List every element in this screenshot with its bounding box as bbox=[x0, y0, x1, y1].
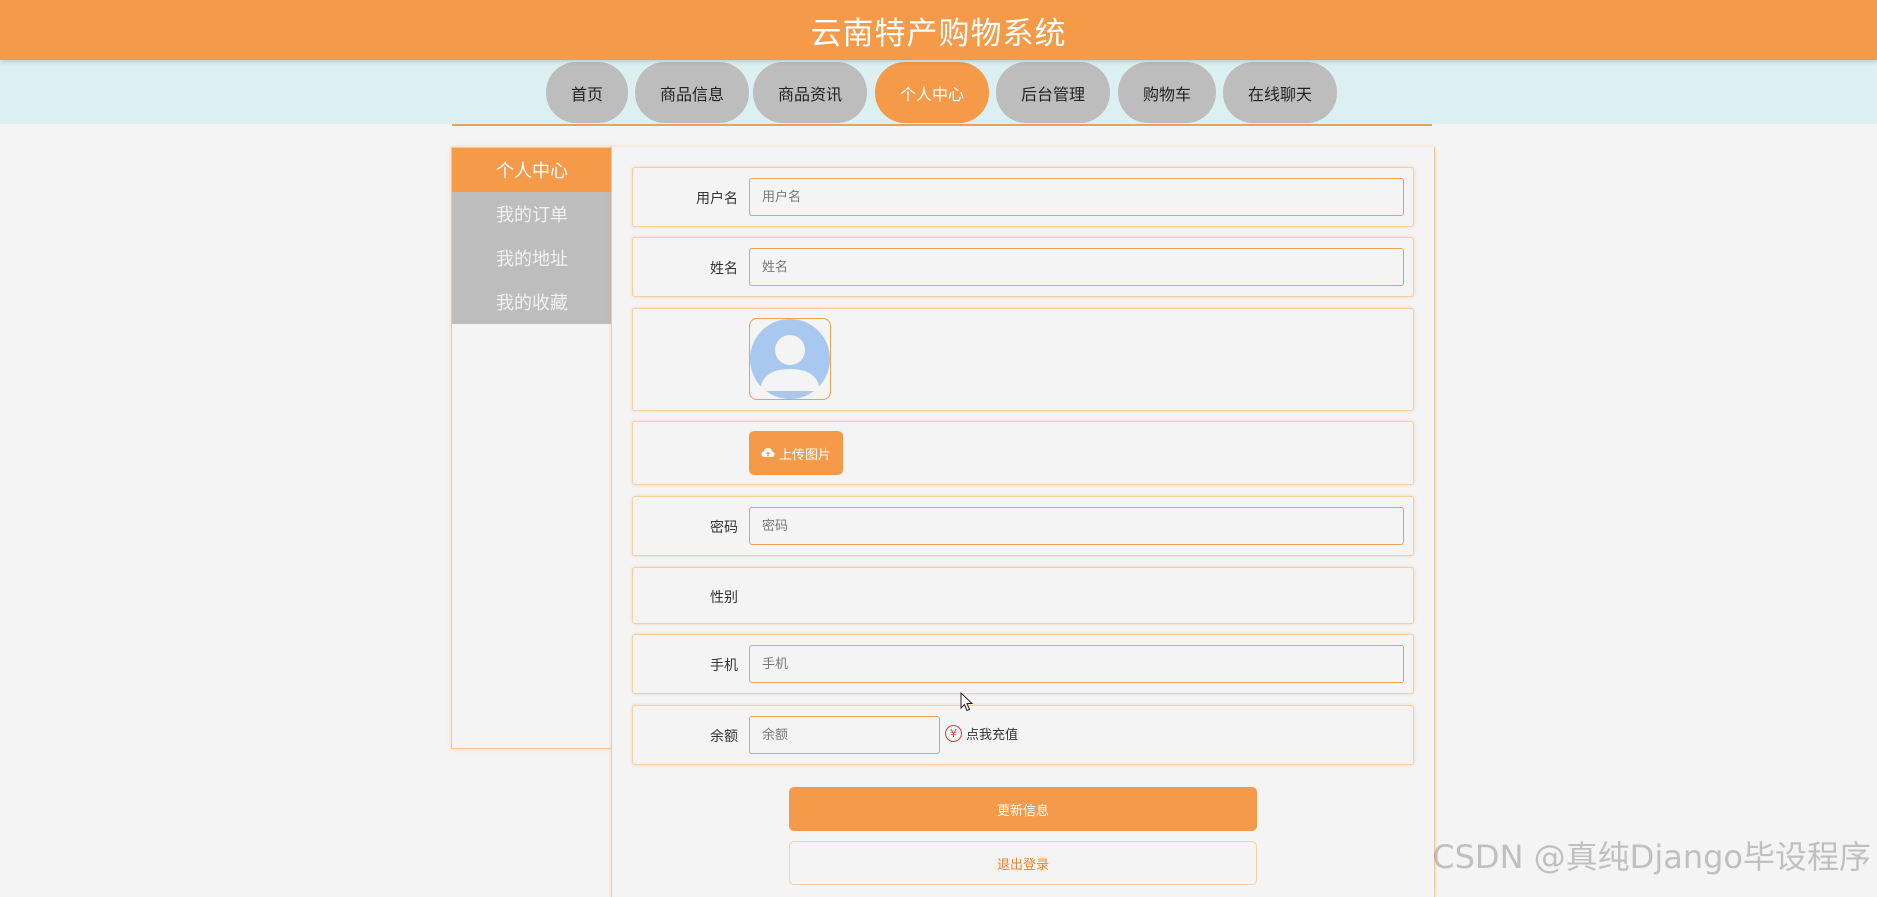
upload-image-button[interactable]: 上传图片 bbox=[749, 431, 843, 475]
update-info-button[interactable]: 更新信息 bbox=[789, 787, 1257, 831]
recharge-link[interactable]: ¥ 点我充值 bbox=[945, 724, 1018, 743]
balance-input[interactable] bbox=[749, 716, 940, 754]
phone-input[interactable] bbox=[749, 645, 1404, 683]
password-label: 密码 bbox=[710, 520, 738, 536]
nav-item-admin[interactable]: 后台管理 bbox=[996, 62, 1110, 123]
sidebar-item-my-orders[interactable]: 我的订单 bbox=[452, 192, 612, 236]
default-avatar-icon bbox=[750, 319, 830, 399]
form-row-gender: 性别 bbox=[632, 567, 1414, 624]
form-row-balance: 余额 ¥ 点我充值 bbox=[632, 705, 1414, 765]
form-row-name: 姓名 bbox=[632, 237, 1414, 297]
site-header: 云南特产购物系统 bbox=[0, 0, 1877, 60]
form-row-upload: 上传图片 bbox=[632, 421, 1414, 485]
watermark: CSDN @真纯Django毕设程序 bbox=[1432, 838, 1871, 876]
form-row-avatar bbox=[632, 308, 1414, 411]
mouse-cursor-icon bbox=[960, 692, 974, 712]
form-row-password: 密码 bbox=[632, 496, 1414, 556]
avatar bbox=[749, 318, 831, 400]
phone-label: 手机 bbox=[710, 658, 738, 674]
yen-icon: ¥ bbox=[945, 725, 962, 742]
nav-item-cart[interactable]: 购物车 bbox=[1118, 62, 1216, 123]
balance-label: 余额 bbox=[710, 729, 738, 745]
form-row-username: 用户名 bbox=[632, 167, 1414, 227]
main-nav: 首页 商品信息 商品资讯 个人中心 后台管理 购物车 在线聊天 bbox=[0, 62, 1877, 123]
sidebar-item-personal-center[interactable]: 个人中心 bbox=[452, 148, 612, 192]
sidebar-item-my-address[interactable]: 我的地址 bbox=[452, 236, 612, 280]
password-input[interactable] bbox=[749, 507, 1404, 545]
nav-divider bbox=[452, 124, 1432, 126]
logout-button[interactable]: 退出登录 bbox=[789, 841, 1257, 885]
cloud-upload-icon bbox=[761, 448, 775, 457]
nav-item-personal-center[interactable]: 个人中心 bbox=[875, 62, 989, 123]
recharge-label: 点我充值 bbox=[966, 728, 1019, 743]
username-label: 用户名 bbox=[696, 191, 738, 207]
nav-item-news[interactable]: 商品资讯 bbox=[753, 62, 867, 123]
nav-item-home[interactable]: 首页 bbox=[546, 62, 628, 123]
site-title: 云南特产购物系统 bbox=[810, 15, 1067, 52]
name-label: 姓名 bbox=[710, 261, 738, 277]
gender-label: 性别 bbox=[710, 590, 738, 606]
nav-item-products[interactable]: 商品信息 bbox=[635, 62, 749, 123]
upload-image-label: 上传图片 bbox=[778, 447, 831, 463]
form-row-phone: 手机 bbox=[632, 634, 1414, 694]
sidebar: 个人中心 我的订单 我的地址 我的收藏 bbox=[451, 147, 613, 749]
username-input[interactable] bbox=[749, 178, 1404, 216]
name-input[interactable] bbox=[749, 248, 1404, 286]
sidebar-item-my-favorites[interactable]: 我的收藏 bbox=[452, 280, 612, 324]
profile-form-panel: 用户名 姓名 上传图片 密码 性别 手机 bbox=[611, 147, 1435, 897]
nav-item-chat[interactable]: 在线聊天 bbox=[1223, 62, 1337, 123]
